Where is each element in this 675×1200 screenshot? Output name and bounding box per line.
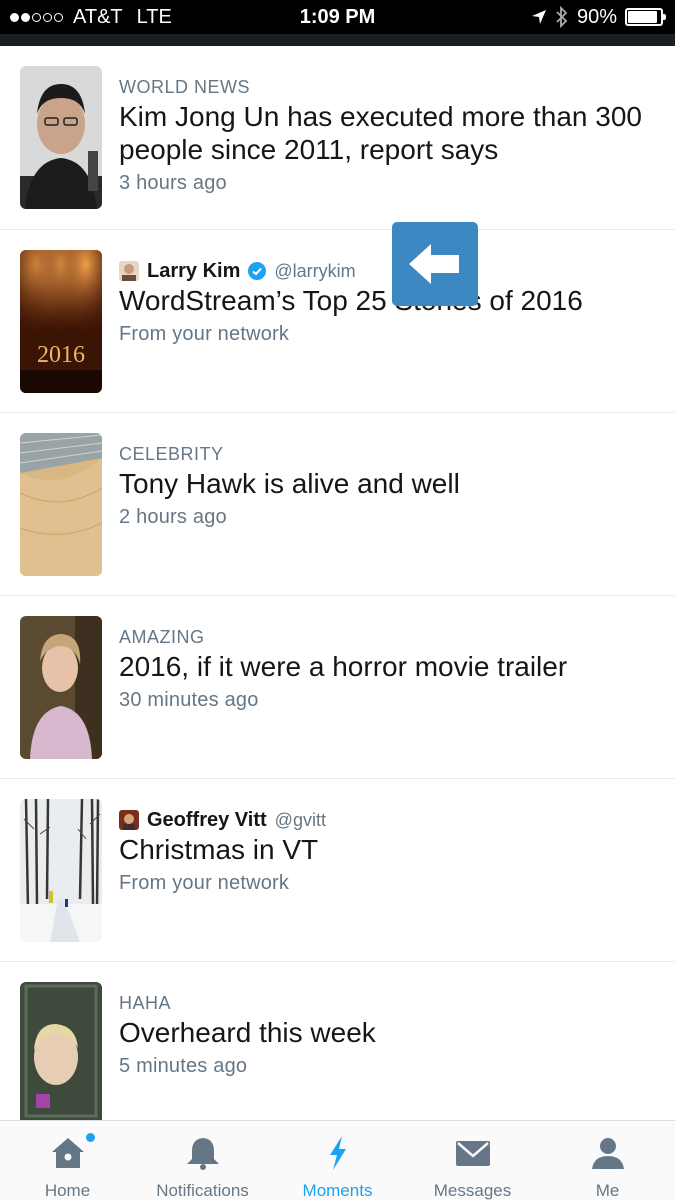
moment-thumbnail [20, 616, 102, 759]
moment-category: HAHA [119, 993, 172, 1013]
carrier-label: AT&T [73, 5, 123, 28]
moment-item-celebrity[interactable]: CELEBRITY Tony Hawk is alive and well 2 … [0, 413, 675, 596]
tab-label: Notifications [156, 1181, 249, 1200]
moment-timestamp: 30 minutes ago [119, 689, 259, 711]
tab-label: Moments [302, 1181, 373, 1200]
moment-category: WORLD NEWS [119, 77, 250, 97]
home-icon [48, 1135, 88, 1171]
moment-thumbnail [20, 433, 102, 576]
moment-title: Kim Jong Un has executed more than 300 p… [119, 100, 642, 166]
moment-source: From your network [119, 323, 290, 345]
tab-label: Home [44, 1181, 91, 1200]
moment-category: AMAZING [119, 627, 205, 647]
moment-title-line: people since 2011, report says [119, 134, 499, 165]
tab-label: Messages [433, 1181, 512, 1200]
moment-text: CELEBRITY Tony Hawk is alive and well 2 … [119, 433, 460, 595]
thumbnail-year-text: 2016 [37, 342, 85, 368]
bell-icon [183, 1135, 223, 1171]
moment-item-world-news[interactable]: WORLD NEWS Kim Jong Un has executed more… [0, 46, 675, 230]
tab-notifications[interactable]: Notifications [135, 1121, 270, 1200]
verified-badge-icon [248, 262, 267, 280]
back-arrow-button[interactable] [392, 222, 478, 306]
status-left: AT&T LTE [10, 6, 172, 29]
moment-source: From your network [119, 872, 290, 894]
author-name: Geoffrey Vitt [147, 808, 267, 831]
moment-title: Christmas in VT [119, 834, 319, 865]
status-bar: AT&T LTE 1:09 PM 90% [0, 0, 675, 34]
moments-list: WORLD NEWS Kim Jong Un has executed more… [0, 46, 675, 1120]
person-icon [588, 1135, 628, 1171]
author-row: Geoffrey Vitt @gvitt [119, 809, 326, 831]
moment-item-amazing[interactable]: AMAZING 2016, if it were a horror movie … [0, 596, 675, 779]
moment-title: 2016, if it were a horror movie trailer [119, 651, 568, 682]
moment-thumbnail: 2016 [20, 250, 102, 393]
moment-timestamp: 3 hours ago [119, 172, 227, 194]
moment-text: HAHA Overheard this week 5 minutes ago [119, 982, 376, 1120]
tab-label: Me [595, 1181, 620, 1200]
moment-category: CELEBRITY [119, 444, 224, 464]
network-label: LTE [136, 5, 172, 28]
lightning-bolt-icon [318, 1135, 358, 1171]
moment-item-haha[interactable]: HAHA Overheard this week 5 minutes ago [0, 962, 675, 1120]
moment-text: Geoffrey Vitt @gvitt Christmas in VT Fro… [119, 799, 326, 961]
moment-item-wordstream[interactable]: 2016 Larry Kim @larrykim WordStream’s To… [0, 230, 675, 413]
moment-text: WORLD NEWS Kim Jong Un has executed more… [119, 66, 642, 229]
author-name: Larry Kim [147, 259, 241, 282]
moment-title-line: Kim Jong Un has executed more than 300 [119, 101, 642, 132]
tab-me[interactable]: Me [540, 1121, 675, 1200]
moment-title: WordStream’s Top 25 Stories of 2016 [119, 285, 583, 316]
moment-title: Overheard this week [119, 1017, 376, 1048]
location-arrow-icon [531, 10, 546, 24]
battery-percent: 90% [576, 5, 617, 28]
tab-home[interactable]: Home [0, 1121, 135, 1200]
moment-timestamp: 2 hours ago [119, 506, 227, 528]
tab-messages[interactable]: Messages [405, 1121, 540, 1200]
nav-header-strip [0, 34, 675, 46]
author-avatar [119, 810, 139, 830]
signal-strength-icon [10, 12, 63, 22]
author-avatar [119, 261, 139, 281]
moment-thumbnail [20, 66, 102, 209]
moment-thumbnail [20, 982, 102, 1120]
status-right: 90% [531, 5, 666, 29]
envelope-icon [453, 1135, 493, 1171]
author-row: Larry Kim @larrykim [119, 260, 583, 282]
tab-bar: Home Notifications Moments Messages Me [0, 1120, 675, 1200]
home-notification-dot [86, 1133, 95, 1142]
author-handle: @gvitt [274, 809, 326, 830]
moment-timestamp: 5 minutes ago [119, 1055, 248, 1077]
bluetooth-icon [556, 6, 568, 28]
moment-text: Larry Kim @larrykim WordStream’s Top 25 … [119, 250, 583, 412]
moment-thumbnail [20, 799, 102, 942]
moment-text: AMAZING 2016, if it were a horror movie … [119, 616, 567, 778]
battery-icon [625, 8, 666, 26]
moment-item-christmas-vt[interactable]: Geoffrey Vitt @gvitt Christmas in VT Fro… [0, 779, 675, 962]
tab-moments[interactable]: Moments [270, 1121, 405, 1200]
author-handle: @larrykim [274, 260, 356, 281]
moment-title: Tony Hawk is alive and well [119, 468, 460, 499]
arrow-left-icon [409, 244, 459, 284]
